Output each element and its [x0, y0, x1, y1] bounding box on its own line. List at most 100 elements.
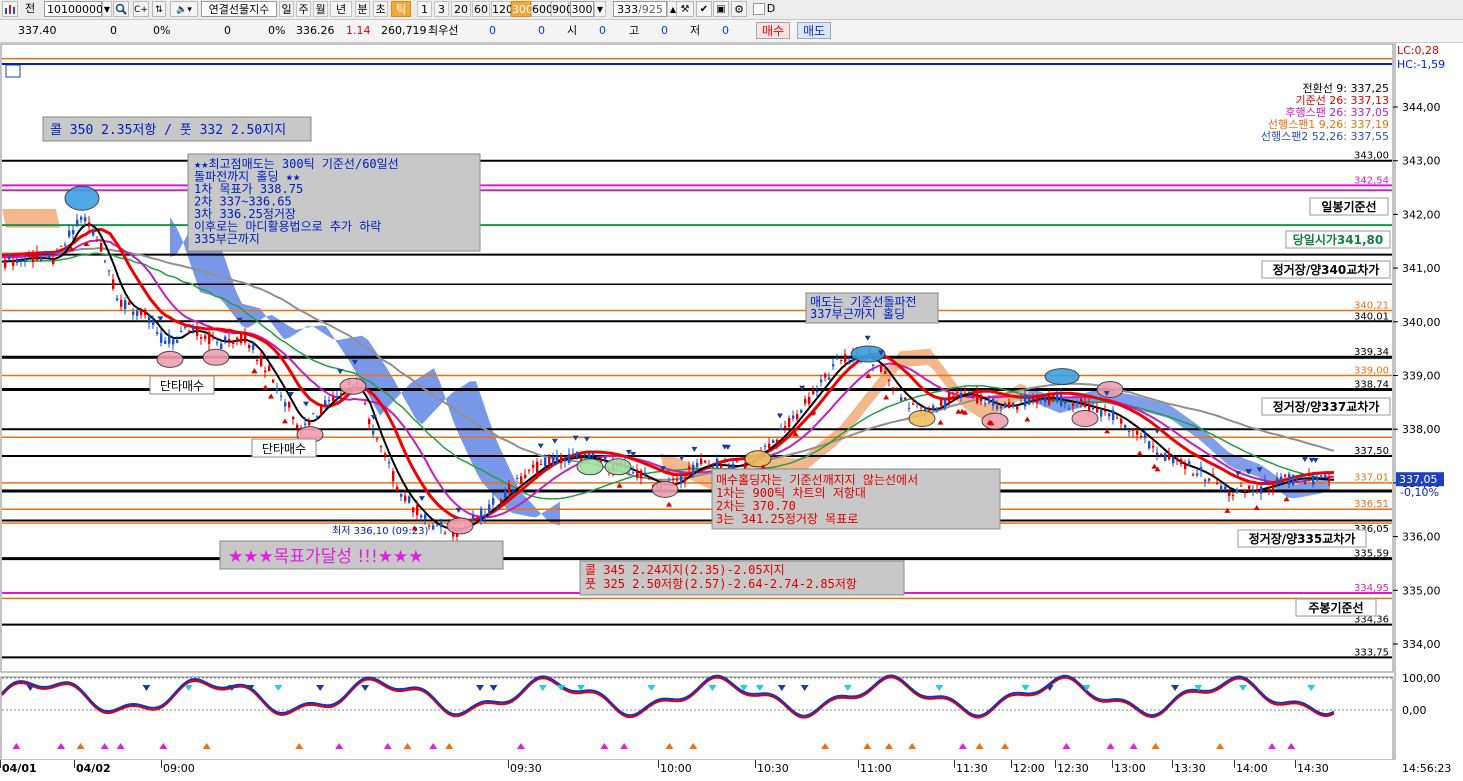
price-chart[interactable]: 100,00 0,00 344,00 343,00 342,00 341,00 340,0… — [0, 43, 1463, 760]
candle-body — [1316, 477, 1319, 481]
candle-body — [212, 336, 215, 338]
candle-body — [996, 405, 999, 409]
lc-label: LC:0,28 — [1397, 44, 1439, 57]
tick-1[interactable]: 1 — [417, 1, 432, 17]
d-checkbox[interactable] — [753, 3, 765, 15]
tab-minute[interactable]: 분 — [355, 1, 370, 17]
time-axis-label: 14:30 — [1297, 762, 1329, 775]
candle-body — [396, 486, 399, 492]
time-axis-label: 12:00 — [1013, 762, 1045, 775]
candle-body — [828, 377, 831, 380]
candle-body — [564, 459, 567, 462]
best-quote-label: 최우선 — [428, 24, 459, 37]
code-dropdown-icon[interactable]: ▼ — [102, 1, 112, 17]
instrument-field[interactable]: 연결선물지수 — [201, 1, 277, 17]
candle-body — [1112, 410, 1115, 421]
tick-300[interactable]: 300 — [511, 1, 533, 17]
tab-month[interactable]: 월 — [313, 1, 328, 17]
tab-week[interactable]: 주 — [296, 1, 311, 17]
candle-body — [712, 466, 715, 468]
gear-icon[interactable]: ⚙ — [731, 1, 747, 17]
tab-second[interactable]: 초 — [373, 1, 388, 17]
tick-60[interactable]: 60 — [472, 1, 490, 17]
candle-body — [1268, 488, 1271, 492]
code-input[interactable]: 10100000 — [44, 1, 103, 17]
count-display: 333/925 — [613, 1, 667, 17]
candle-body — [1188, 461, 1191, 466]
arrows-icon[interactable]: ⇅ — [152, 1, 166, 17]
search-icon[interactable] — [113, 1, 129, 17]
candle-body — [1088, 403, 1091, 411]
save-icon[interactable]: ▣ — [713, 1, 729, 17]
sell-button[interactable]: 매도 — [797, 22, 831, 39]
candle-body — [64, 244, 67, 246]
candle-body — [768, 443, 771, 449]
candle-body — [1272, 482, 1275, 490]
candle-body — [76, 219, 79, 226]
tick-dropdown-icon[interactable]: ▼ — [594, 1, 606, 17]
candle-body — [1140, 435, 1143, 437]
best-ask: 0 — [538, 24, 545, 37]
tools-icon[interactable]: ⚒ — [676, 1, 694, 17]
tick-input[interactable]: 300 — [570, 1, 594, 17]
candle-body — [520, 476, 523, 484]
candle-body — [4, 259, 7, 268]
candle-body — [1248, 485, 1251, 489]
panel-menu-icon[interactable] — [5, 64, 21, 78]
candle-body — [200, 337, 203, 339]
signal-ellipse — [1071, 409, 1099, 427]
tab-tick[interactable]: 틱 — [391, 1, 411, 17]
tick-3[interactable]: 3 — [434, 1, 449, 17]
tick-20[interactable]: 20 — [451, 1, 471, 17]
candle-body — [988, 399, 991, 403]
jgj335-tag: 정거장/양335교차가 — [1249, 531, 1356, 546]
candle-body — [1196, 473, 1199, 476]
candle-body — [332, 396, 335, 402]
candle-body — [1156, 452, 1159, 456]
candle-body — [112, 279, 115, 289]
candle-body — [368, 419, 371, 425]
candle-body — [932, 405, 935, 410]
candle-body — [772, 440, 775, 444]
call-put-2-line: 콜 345 2.24지지(2.35)-2.05지지 — [585, 563, 785, 577]
candle-body — [1264, 480, 1267, 484]
quote-bar: 337.40 0 0% 0 0% 336.26 1.14 260,719 최우선… — [0, 20, 1463, 43]
candle-body — [204, 335, 207, 339]
price-axis-tick: 342,00 — [1402, 208, 1441, 221]
candle-body — [1280, 476, 1283, 481]
candle-body — [296, 424, 299, 429]
tab-day[interactable]: 일 — [279, 1, 294, 17]
compare-icon[interactable]: C+ — [133, 1, 149, 17]
candle-body — [432, 525, 435, 530]
candle-body — [416, 505, 419, 516]
candle-body — [48, 254, 51, 258]
tab-year[interactable]: 년 — [330, 1, 352, 17]
tick-900[interactable]: 900 — [551, 1, 573, 17]
candle-body — [1104, 410, 1107, 412]
candle-body — [1128, 431, 1131, 433]
tick-600[interactable]: 600 — [531, 1, 553, 17]
candle-body — [128, 302, 131, 305]
candle-body — [384, 453, 387, 456]
candle-body — [908, 407, 911, 409]
candle-body — [636, 469, 639, 478]
chart-type-icon[interactable] — [2, 1, 18, 17]
oscillator-tick: 100,00 — [1402, 672, 1441, 685]
candle-body — [976, 392, 979, 404]
candle-body — [1168, 453, 1171, 460]
quote-value-5: 0% — [268, 24, 286, 37]
candle-body — [176, 340, 179, 343]
candle-body — [236, 337, 239, 343]
check-icon[interactable]: ✔ — [696, 1, 712, 17]
buy-button[interactable]: 매수 — [756, 22, 790, 39]
candle-body — [640, 470, 643, 479]
candle-body — [324, 400, 327, 406]
candle-body — [1172, 456, 1175, 464]
signal-ellipse — [981, 412, 1009, 430]
candle-body — [1180, 459, 1183, 465]
candle-body — [940, 398, 943, 406]
sound-icon[interactable]: 🔈▾ — [170, 1, 198, 17]
tick-120[interactable]: 120 — [491, 1, 513, 17]
candle-body — [276, 387, 279, 391]
candle-body — [708, 466, 711, 469]
